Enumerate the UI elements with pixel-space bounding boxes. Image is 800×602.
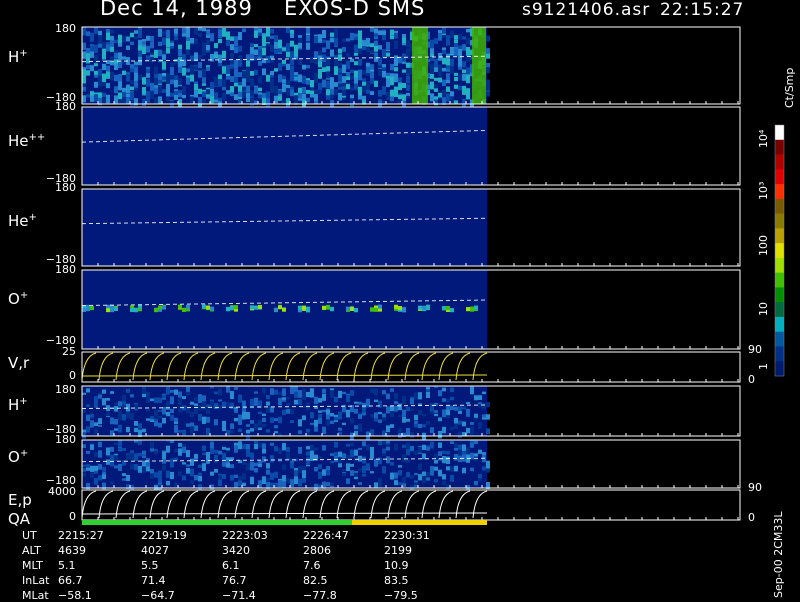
- panel-label-h-plus-2: H+: [8, 396, 28, 414]
- h-plus-green-band-2: [472, 27, 486, 104]
- tick-p5-top: 25: [62, 345, 76, 358]
- tick-p1-top: 180: [55, 22, 76, 35]
- colorbar-unit: Ct/Smp: [783, 67, 796, 108]
- colorbar-segment-3: [775, 169, 784, 185]
- panel-3-background: [82, 189, 487, 266]
- tick-p5-bottom: 0: [69, 369, 76, 382]
- colorbar: [774, 124, 785, 377]
- panel-3: [81, 188, 741, 267]
- colorbar-segment-9: [775, 257, 784, 274]
- colorbar-segment-1: [775, 139, 784, 156]
- orbit-cell-1-0: 2219:19: [141, 529, 187, 542]
- panels-group: [81, 26, 741, 521]
- colorbar-label-100: 100: [757, 235, 770, 256]
- colorbar-segment-14: [775, 331, 784, 347]
- colorbar-segment-2: [775, 154, 784, 170]
- panel-2: [81, 106, 741, 186]
- orbit-cell-1-1: 4027: [141, 544, 169, 557]
- orbit-cell-3-4: −77.8: [303, 589, 337, 602]
- orbit-cell-4-3: 83.5: [384, 574, 409, 587]
- tick-p3-top: 180: [55, 181, 76, 194]
- orbit-row-label-alt: ALT: [22, 544, 41, 557]
- panel-1: [81, 26, 741, 109]
- plot-area: [81, 26, 785, 525]
- panel-8: [81, 489, 741, 521]
- orbit-row-label-inlat: InLat: [22, 574, 50, 587]
- right-tick-vr-top: 90: [748, 343, 762, 356]
- panel-label-he-plus-plus: He++: [8, 132, 46, 150]
- orbit-cell-3-1: 2806: [303, 544, 331, 557]
- right-tick-ep-bottom: 0: [748, 511, 755, 524]
- panel-label-h-plus-1: H+: [8, 48, 28, 66]
- orbit-cell-1-2: 5.5: [141, 559, 159, 572]
- orbit-cell-0-2: 5.1: [58, 559, 76, 572]
- panel-label-he-plus: He+: [8, 212, 37, 230]
- colorbar-segment-10: [775, 272, 784, 288]
- orbit-cell-1-4: −64.7: [141, 589, 175, 602]
- orbit-cell-3-3: 82.5: [303, 574, 328, 587]
- colorbar-segment-6: [775, 213, 784, 229]
- orbit-cell-2-3: 76.7: [222, 574, 247, 587]
- orbit-cell-4-0: 2230:31: [384, 529, 430, 542]
- colorbar-label-1: 1: [757, 363, 770, 370]
- orbit-row-label-mlt: MLT: [22, 559, 43, 572]
- h-plus-green-band-1: [412, 27, 428, 104]
- orbit-cell-4-2: 10.9: [384, 559, 409, 572]
- panel-label-ep: E,p: [8, 491, 32, 509]
- orbit-cell-2-4: −71.4: [222, 589, 256, 602]
- tick-p8-top: 4000: [48, 485, 76, 498]
- tick-p4-top: 180: [55, 263, 76, 276]
- orbit-cell-3-0: 2226:47: [303, 529, 349, 542]
- colorbar-segment-12: [775, 302, 784, 318]
- panel-5: [81, 351, 741, 383]
- tick-p7-top: 180: [55, 433, 76, 446]
- colorbar-label-1e3: 10³: [757, 181, 770, 200]
- orbit-cell-4-1: 2199: [384, 544, 412, 557]
- orbit-cell-0-1: 4639: [58, 544, 86, 557]
- colorbar-label-10: 10: [757, 302, 770, 316]
- orbit-cell-2-1: 3420: [222, 544, 250, 557]
- colorbar-segment-5: [775, 198, 784, 215]
- colorbar-segment-8: [775, 243, 784, 259]
- panel-7: [81, 439, 741, 492]
- tick-p2-top: 180: [55, 100, 76, 113]
- panel-label-o-plus-2: O+: [8, 448, 29, 466]
- orbit-cell-0-4: −58.1: [58, 589, 92, 602]
- panel-6: [81, 385, 741, 441]
- colorbar-segment-7: [775, 228, 784, 244]
- colorbar-segment-13: [775, 316, 784, 333]
- orbit-cell-0-0: 2215:27: [58, 529, 104, 542]
- colorbar-segment-11: [775, 287, 784, 303]
- qa-segment-good: [82, 520, 352, 525]
- panel-4: [81, 269, 741, 350]
- colorbar-segment-16: [775, 361, 784, 377]
- colorbar-segment-4: [775, 184, 784, 200]
- tick-p6-top: 180: [55, 383, 76, 396]
- version-label: Sep-00 2CM33L: [772, 511, 785, 599]
- panel-label-qa: QA: [8, 510, 31, 528]
- orbit-cell-3-2: 7.6: [303, 559, 321, 572]
- panel-2-background: [82, 107, 487, 185]
- colorbar-segment-0: [775, 125, 784, 141]
- orbit-cell-2-0: 2223:03: [222, 529, 268, 542]
- right-tick-vr-bottom: 0: [748, 373, 755, 386]
- colorbar-label-1e4: 10⁴: [757, 129, 770, 148]
- panel-label-o-plus-1: O+: [8, 290, 29, 308]
- qa-segment-marginal: [352, 520, 487, 525]
- orbit-row-label-ut: UT: [22, 529, 37, 542]
- panel-label-vr: V,r: [8, 354, 30, 372]
- orbit-cell-4-4: −79.5: [384, 589, 418, 602]
- quality-bar: [82, 520, 487, 525]
- orbit-row-label-mlat: MLat: [22, 589, 49, 602]
- tick-p8-bottom: 0: [69, 510, 76, 523]
- colorbar-segment-15: [775, 346, 784, 362]
- orbit-cell-1-3: 71.4: [141, 574, 166, 587]
- orbit-cell-0-3: 66.7: [58, 574, 83, 587]
- right-tick-ep-top: 90: [748, 481, 762, 494]
- orbit-cell-2-2: 6.1: [222, 559, 240, 572]
